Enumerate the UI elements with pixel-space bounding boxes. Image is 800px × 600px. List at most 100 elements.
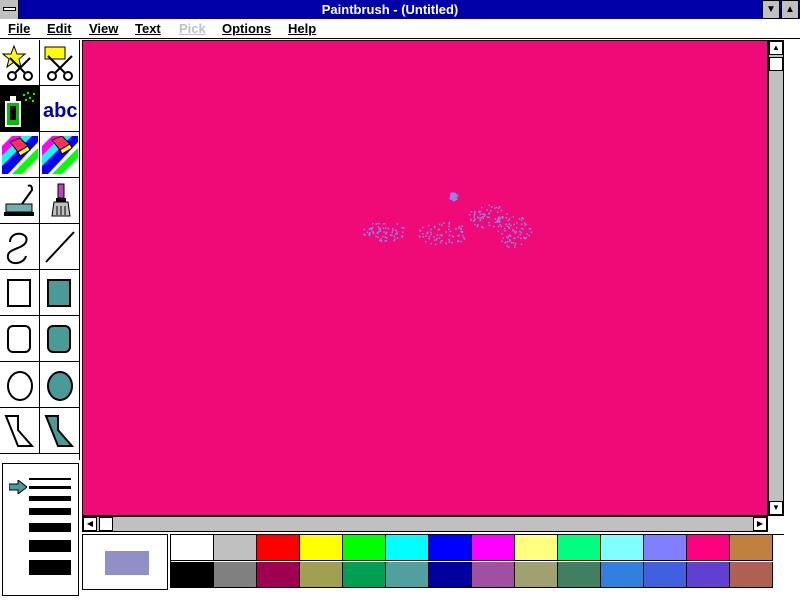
vertical-scrollbar[interactable]: ▲ ▼ bbox=[768, 40, 784, 516]
airbrush-icon bbox=[5, 91, 36, 127]
menu-options[interactable]: Options bbox=[222, 20, 271, 37]
eraser-tool[interactable] bbox=[40, 132, 80, 178]
scissors-tool[interactable] bbox=[0, 40, 40, 86]
color-swatch[interactable] bbox=[257, 535, 300, 561]
polygon-tool[interactable] bbox=[0, 408, 40, 454]
menu-options-label: Options bbox=[222, 21, 272, 36]
color-swatch[interactable] bbox=[515, 535, 558, 561]
maximize-button[interactable]: ▲ bbox=[781, 0, 799, 19]
menu-text[interactable]: Text bbox=[135, 20, 161, 37]
color-swatch[interactable] bbox=[472, 535, 515, 561]
line-width-3[interactable] bbox=[29, 496, 71, 501]
filled-rounded-box-tool[interactable] bbox=[40, 316, 80, 362]
color-swatch[interactable] bbox=[644, 535, 687, 561]
line-tool[interactable] bbox=[40, 224, 80, 270]
polygon-outline-icon bbox=[4, 415, 35, 447]
menu-pick-label: Pick bbox=[179, 21, 206, 36]
filled-circle-tool[interactable] bbox=[40, 362, 80, 408]
pick-tool[interactable] bbox=[40, 40, 80, 86]
brush-tool[interactable] bbox=[40, 178, 80, 224]
airbrush-tool[interactable] bbox=[0, 86, 40, 132]
menu-edit[interactable]: Edit bbox=[47, 20, 72, 37]
text-icon: abc bbox=[43, 100, 77, 122]
color-swatch[interactable] bbox=[429, 562, 472, 588]
color-swatch[interactable] bbox=[171, 562, 214, 588]
color-swatch[interactable] bbox=[601, 562, 644, 588]
horizontal-scrollbar[interactable]: ◀ ▶ bbox=[82, 516, 768, 532]
line-size-pointer-icon bbox=[9, 480, 27, 494]
color-swatch[interactable] bbox=[300, 562, 343, 588]
color-swatch[interactable] bbox=[687, 562, 730, 588]
color-swatch[interactable] bbox=[687, 535, 730, 561]
scrollbar-corner bbox=[768, 516, 784, 532]
color-swatch[interactable] bbox=[472, 562, 515, 588]
color-swatch[interactable] bbox=[730, 562, 773, 588]
vertical-scroll-thumb[interactable] bbox=[769, 57, 783, 71]
menu-file[interactable]: File bbox=[8, 20, 30, 37]
rounded-box-filled-icon bbox=[47, 325, 71, 353]
circle-outline-icon bbox=[7, 371, 33, 401]
color-eraser-tool[interactable] bbox=[0, 132, 40, 178]
current-colors-box bbox=[82, 534, 168, 590]
line-size-box bbox=[2, 463, 79, 596]
minimize-button[interactable]: ▼ bbox=[762, 0, 780, 19]
curve-icon bbox=[6, 232, 28, 264]
line-width-7[interactable] bbox=[29, 560, 71, 575]
color-swatch[interactable] bbox=[386, 535, 429, 561]
color-swatch[interactable] bbox=[730, 535, 773, 561]
menu-file-label: File bbox=[8, 21, 31, 36]
color-swatch[interactable] bbox=[171, 535, 214, 561]
menu-help[interactable]: Help bbox=[288, 20, 316, 37]
rounded-box-outline-icon bbox=[7, 325, 31, 353]
color-swatch[interactable] bbox=[386, 562, 429, 588]
rounded-box-tool[interactable] bbox=[0, 316, 40, 362]
line-width-5[interactable] bbox=[29, 523, 71, 532]
box-outline-icon bbox=[7, 279, 31, 307]
paint-roller-tool[interactable] bbox=[0, 178, 40, 224]
line-width-4[interactable] bbox=[29, 508, 71, 515]
eraser-icon bbox=[42, 136, 78, 174]
horizontal-scroll-thumb[interactable] bbox=[99, 517, 113, 531]
scroll-up-button[interactable]: ▲ bbox=[769, 41, 783, 55]
curve-tool[interactable] bbox=[0, 224, 40, 270]
color-swatch[interactable] bbox=[558, 562, 601, 588]
color-eraser-icon bbox=[2, 136, 38, 174]
color-palette bbox=[170, 534, 784, 588]
toolbox: abc bbox=[0, 40, 80, 460]
color-swatch[interactable] bbox=[214, 562, 257, 588]
spray-paint-marks bbox=[363, 192, 533, 249]
line-icon bbox=[45, 231, 75, 263]
color-swatch[interactable] bbox=[343, 562, 386, 588]
menu-bar: File Edit View Text Pick Options Help bbox=[0, 19, 800, 39]
scroll-left-button[interactable]: ◀ bbox=[83, 517, 97, 531]
brush-icon bbox=[51, 183, 71, 217]
filled-polygon-tool[interactable] bbox=[40, 408, 80, 454]
color-swatch[interactable] bbox=[515, 562, 558, 588]
color-swatch[interactable] bbox=[257, 562, 300, 588]
line-width-2[interactable] bbox=[29, 486, 71, 489]
line-width-1[interactable] bbox=[29, 478, 71, 480]
color-swatch[interactable] bbox=[343, 535, 386, 561]
color-swatch[interactable] bbox=[214, 535, 257, 561]
scissors-star-icon bbox=[2, 44, 33, 81]
circle-tool[interactable] bbox=[0, 362, 40, 408]
color-swatch[interactable] bbox=[429, 535, 472, 561]
menu-help-label: Help bbox=[288, 21, 317, 36]
box-tool[interactable] bbox=[0, 270, 40, 316]
menu-pick[interactable]: Pick bbox=[179, 20, 206, 37]
drawing-canvas[interactable] bbox=[82, 40, 768, 516]
filled-box-tool[interactable] bbox=[40, 270, 80, 316]
color-swatch[interactable] bbox=[300, 535, 343, 561]
color-swatch[interactable] bbox=[558, 535, 601, 561]
scroll-right-button[interactable]: ▶ bbox=[753, 517, 767, 531]
text-tool[interactable]: abc bbox=[40, 86, 80, 132]
polygon-filled-icon bbox=[44, 415, 75, 447]
menu-view[interactable]: View bbox=[89, 20, 118, 37]
line-width-6[interactable] bbox=[29, 540, 71, 552]
scroll-down-button[interactable]: ▼ bbox=[769, 501, 783, 515]
color-swatch[interactable] bbox=[601, 535, 644, 561]
box-filled-icon bbox=[47, 279, 71, 307]
color-palette-area bbox=[82, 534, 784, 598]
color-swatch[interactable] bbox=[644, 562, 687, 588]
menu-view-label: View bbox=[89, 21, 119, 36]
